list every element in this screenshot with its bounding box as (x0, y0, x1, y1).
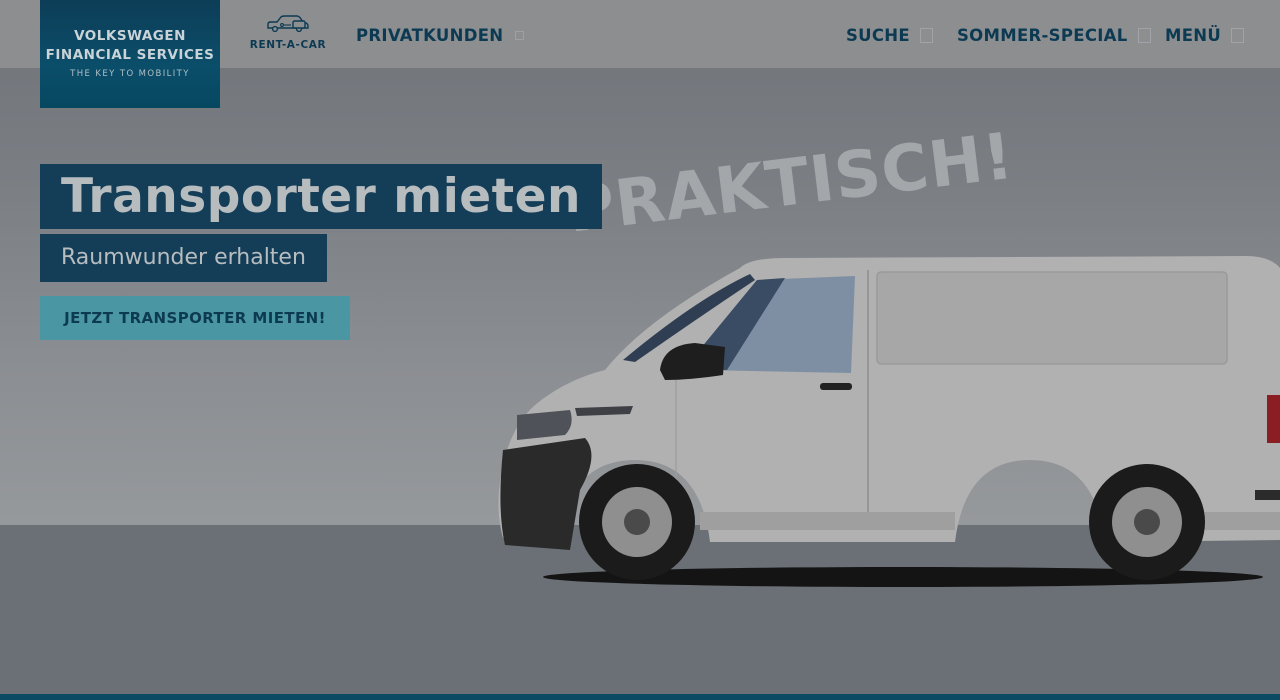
nav-suche-label: SUCHE (846, 25, 910, 45)
rent-transporter-button[interactable]: JETZT TRANSPORTER MIETEN! (40, 296, 350, 340)
nav-sommer-special-label: SOMMER-SPECIAL (957, 25, 1128, 45)
nav-menu[interactable]: MENÜ (1165, 24, 1245, 46)
nav-sommer-special[interactable]: SOMMER-SPECIAL (957, 24, 1151, 46)
van-image (498, 256, 1280, 587)
brand-line-1: VOLKSWAGEN (74, 28, 186, 44)
chevron-down-icon (515, 30, 525, 40)
hero-title: Transporter mieten (40, 164, 602, 229)
star-icon (1137, 27, 1151, 43)
car-key-icon (267, 15, 309, 33)
hero-subtitle: Raumwunder erhalten (40, 234, 327, 282)
menu-icon (1231, 27, 1245, 43)
rent-a-car-label: RENT-A-CAR (249, 39, 327, 51)
brand-logo[interactable]: VOLKSWAGEN FINANCIAL SERVICES THE KEY TO… (40, 0, 220, 108)
brand-tagline: THE KEY TO MOBILITY (70, 69, 190, 79)
search-icon (919, 27, 933, 43)
nav-privatkunden[interactable]: PRIVATKUNDEN (356, 24, 525, 46)
nav-privatkunden-label: PRIVATKUNDEN (356, 25, 504, 45)
brand-line-2: FINANCIAL SERVICES (45, 47, 215, 63)
nav-menu-label: MENÜ (1165, 25, 1222, 45)
footer-strip (0, 694, 1280, 700)
site-header: VOLKSWAGEN FINANCIAL SERVICES THE KEY TO… (0, 0, 1280, 108)
rent-a-car-link[interactable]: RENT-A-CAR (246, 12, 330, 58)
nav-suche[interactable]: SUCHE (846, 24, 933, 46)
